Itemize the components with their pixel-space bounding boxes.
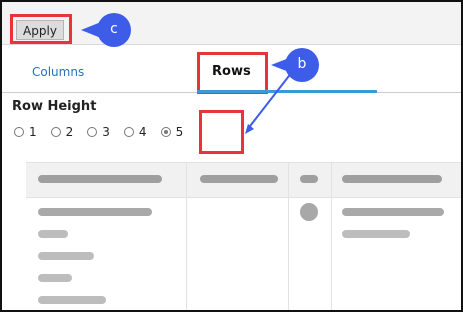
callout-b: b xyxy=(271,48,319,82)
radio-label: 3 xyxy=(102,125,110,139)
row-height-heading: Row Height xyxy=(12,99,97,114)
highlight-box-rows xyxy=(197,52,268,94)
radio-label: 4 xyxy=(138,125,147,139)
placeholder-bar xyxy=(342,208,444,216)
placeholder-bar xyxy=(38,208,152,216)
column-divider xyxy=(186,162,187,310)
radio-label: 5 xyxy=(175,125,184,139)
placeholder-bar xyxy=(200,175,278,183)
row-height-preview-table xyxy=(26,162,461,310)
radio-button[interactable] xyxy=(14,127,24,137)
row-height-option-5[interactable]: 5 xyxy=(160,125,184,139)
tab-columns[interactable]: Columns xyxy=(32,65,84,79)
radio-button-selected[interactable] xyxy=(160,127,171,137)
preview-table-header xyxy=(26,162,461,198)
row-height-option-4[interactable]: 4 xyxy=(123,125,147,139)
row-height-radio-group: 1 2 3 4 5 xyxy=(14,125,197,139)
row-height-option-2[interactable]: 2 xyxy=(50,125,74,139)
radio-button[interactable] xyxy=(50,127,61,137)
row-height-option-1[interactable]: 1 xyxy=(14,125,37,139)
placeholder-bar xyxy=(38,230,68,238)
radio-label: 1 xyxy=(29,125,37,139)
placeholder-avatar xyxy=(300,203,318,221)
placeholder-bar xyxy=(342,230,410,238)
tab-active-indicator xyxy=(197,90,377,93)
radio-button[interactable] xyxy=(123,127,134,137)
row-height-option-3[interactable]: 3 xyxy=(87,125,110,139)
placeholder-bar xyxy=(300,175,318,183)
highlight-box-option-5 xyxy=(199,110,244,154)
callout-c: c xyxy=(81,13,131,47)
highlight-box-apply xyxy=(10,14,72,44)
placeholder-bar xyxy=(38,252,94,260)
column-divider xyxy=(288,162,289,310)
column-divider xyxy=(331,162,332,310)
dialog-frame: Apply c Columns Rows b Row Height 1 2 3 … xyxy=(0,0,463,312)
placeholder-bar xyxy=(342,175,442,183)
radio-label: 2 xyxy=(65,125,74,139)
radio-button[interactable] xyxy=(87,127,98,137)
placeholder-bar xyxy=(38,274,72,282)
placeholder-bar xyxy=(38,175,162,183)
toolbar: Apply c xyxy=(2,2,461,47)
placeholder-bar xyxy=(38,296,106,304)
